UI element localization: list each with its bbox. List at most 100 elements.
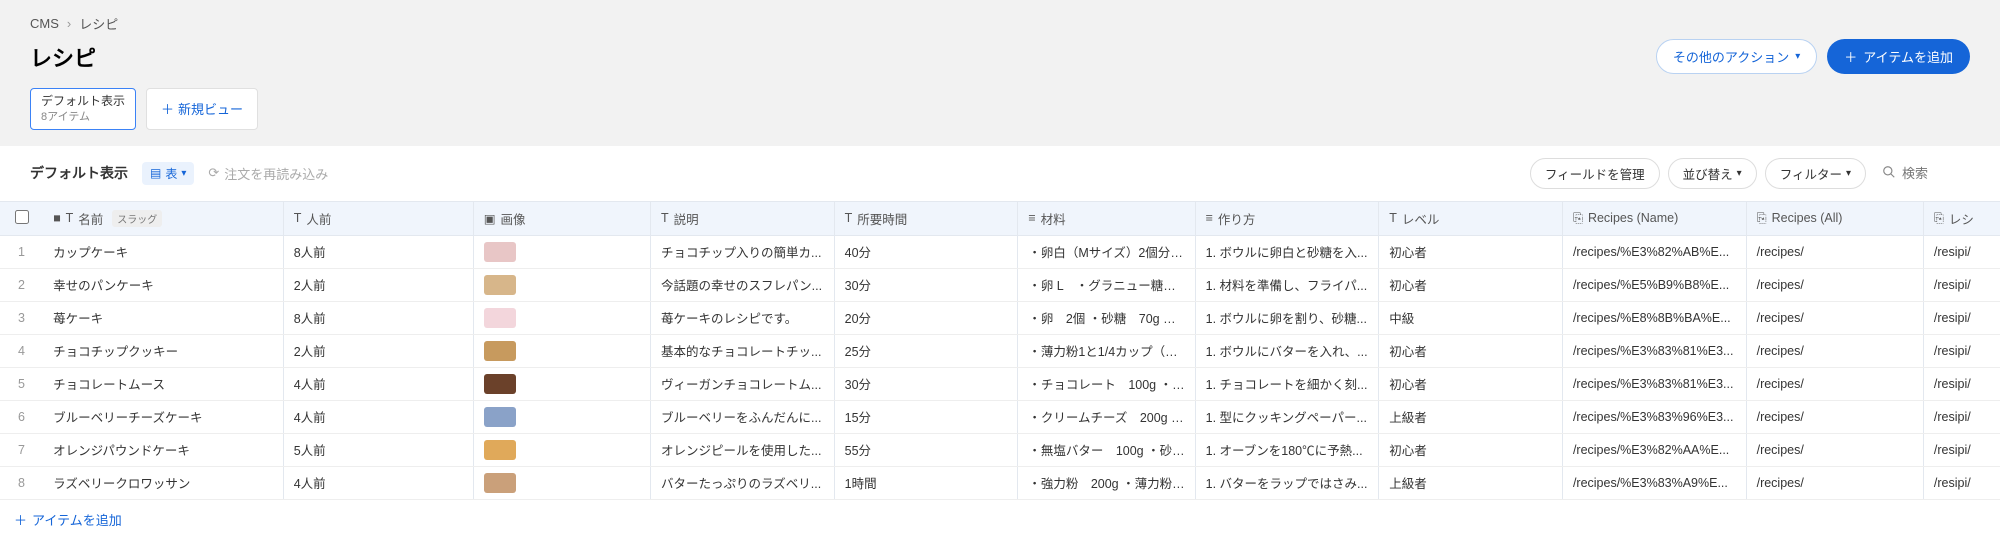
column-header-image[interactable]: ▣画像 xyxy=(474,201,651,235)
cell-name[interactable]: チョコチップクッキー xyxy=(43,334,284,367)
cell-howto: 1. チョコレートを細かく刻... xyxy=(1196,367,1380,400)
cell-name[interactable]: 苺ケーキ xyxy=(43,301,284,334)
column-header-recipes-trunc[interactable]: ⎘レシ xyxy=(1924,201,2000,235)
table-icon: ▤ xyxy=(150,166,161,180)
cell-servings: 4人前 xyxy=(284,400,474,433)
view-chip-default[interactable]: デフォルト表示 8アイテム xyxy=(30,88,136,130)
view-mode-selector[interactable]: ▤ 表 ▾ xyxy=(142,162,194,185)
cell-recipes-trunc: /resipi/ xyxy=(1924,334,2000,367)
text-icon: T xyxy=(294,211,302,225)
reload-order-button[interactable]: ⟳ 注文を再読み込み xyxy=(208,164,328,183)
key-icon: ■ xyxy=(53,211,61,225)
cell-name[interactable]: オレンジパウンドケーキ xyxy=(43,433,284,466)
cell-servings: 5人前 xyxy=(284,433,474,466)
cell-description: オレンジピールを使用した... xyxy=(651,433,835,466)
filter-button[interactable]: フィルター ▾ xyxy=(1765,158,1866,189)
cell-time: 30分 xyxy=(835,367,1019,400)
cell-level: 中級 xyxy=(1379,301,1563,334)
thumbnail xyxy=(484,275,516,295)
cell-image[interactable] xyxy=(474,235,651,268)
text-icon: T xyxy=(1389,211,1397,225)
current-view-name: デフォルト表示 xyxy=(30,163,128,183)
cell-image[interactable] xyxy=(474,433,651,466)
column-label: 所要時間 xyxy=(857,209,907,228)
cell-servings: 4人前 xyxy=(284,466,474,499)
add-row-label: アイテムを追加 xyxy=(32,510,122,529)
other-actions-button[interactable]: その他のアクション ▾ xyxy=(1656,39,1817,74)
column-label: 材料 xyxy=(1041,209,1066,228)
column-header-description[interactable]: T説明 xyxy=(651,201,835,235)
list-icon: ≡ xyxy=(1028,211,1035,225)
search-box[interactable] xyxy=(1874,161,1970,186)
cell-image[interactable] xyxy=(474,400,651,433)
cell-name[interactable]: 幸せのパンケーキ xyxy=(43,268,284,301)
cell-level: 初心者 xyxy=(1379,367,1563,400)
cell-recipes-all: /recipes/ xyxy=(1747,433,1924,466)
cell-name[interactable]: カップケーキ xyxy=(43,235,284,268)
cell-image[interactable] xyxy=(474,334,651,367)
table-row[interactable]: 6ブルーベリーチーズケーキ4人前ブルーベリーをふんだんに...15分・クリームチ… xyxy=(0,400,2000,433)
column-header-name[interactable]: ■ T 名前 スラッグ xyxy=(43,201,284,235)
image-icon: ▣ xyxy=(484,211,496,226)
manage-fields-button[interactable]: フィールドを管理 xyxy=(1530,158,1660,189)
page-title: レシピ xyxy=(30,41,96,73)
view-chip-count: 8アイテム xyxy=(41,110,125,124)
chevron-right-icon: › xyxy=(67,16,71,31)
table-row[interactable]: 8ラズベリークロワッサン4人前バターたっぷりのラズベリ...1時間・強力粉 20… xyxy=(0,466,2000,499)
table-row[interactable]: 4チョコチップクッキー2人前基本的なチョコレートチッ...25分・薄力粉1と1/… xyxy=(0,334,2000,367)
table-row[interactable]: 5チョコレートムース4人前ヴィーガンチョコレートム...30分・チョコレート 1… xyxy=(0,367,2000,400)
cell-ingredients: ・クリームチーズ 200g ・... xyxy=(1018,400,1195,433)
sort-button[interactable]: 並び替え ▾ xyxy=(1668,158,1757,189)
cell-servings: 2人前 xyxy=(284,334,474,367)
cell-name[interactable]: ラズベリークロワッサン xyxy=(43,466,284,499)
list-icon: ≡ xyxy=(1206,211,1213,225)
column-header-recipes-name[interactable]: ⎘Recipes (Name) xyxy=(1563,201,1747,235)
row-number: 6 xyxy=(0,400,43,433)
column-label: Recipes (Name) xyxy=(1588,211,1678,225)
cell-image[interactable] xyxy=(474,301,651,334)
column-header-level[interactable]: Tレベル xyxy=(1379,201,1563,235)
cell-image[interactable] xyxy=(474,268,651,301)
column-header-ingredients[interactable]: ≡ 材料 xyxy=(1018,201,1195,235)
cell-ingredients: ・チョコレート 100g ・コ... xyxy=(1018,367,1195,400)
cell-level: 初心者 xyxy=(1379,235,1563,268)
breadcrumb-parent[interactable]: CMS xyxy=(30,16,59,31)
slug-badge: スラッグ xyxy=(112,210,162,227)
add-item-button[interactable]: ＋ アイテムを追加 xyxy=(1827,39,1970,74)
cell-recipes-trunc: /resipi/ xyxy=(1924,367,2000,400)
cell-image[interactable] xyxy=(474,466,651,499)
cell-description: チョコチップ入りの簡単カ... xyxy=(651,235,835,268)
plus-icon: ＋ xyxy=(1844,47,1857,66)
column-header-howto[interactable]: ≡作り方 xyxy=(1196,201,1380,235)
breadcrumb-current[interactable]: レシピ xyxy=(79,14,118,33)
cell-recipes-all: /recipes/ xyxy=(1747,235,1924,268)
thumbnail xyxy=(484,473,516,493)
plus-icon: ＋ xyxy=(161,99,174,118)
cell-name[interactable]: チョコレートムース xyxy=(43,367,284,400)
cell-description: 苺ケーキのレシピです。 xyxy=(651,301,835,334)
select-all-checkbox[interactable] xyxy=(15,210,29,224)
cell-servings: 2人前 xyxy=(284,268,474,301)
column-header-recipes-all[interactable]: ⎘Recipes (All) xyxy=(1747,201,1924,235)
chevron-down-icon: ▾ xyxy=(181,168,186,179)
view-chip-name: デフォルト表示 xyxy=(41,94,125,110)
new-view-button[interactable]: ＋ 新規ビュー xyxy=(146,88,258,130)
cell-image[interactable] xyxy=(474,367,651,400)
table-row[interactable]: 3苺ケーキ8人前苺ケーキのレシピです。20分・卵 2個 ・砂糖 70g ・薄..… xyxy=(0,301,2000,334)
cell-recipes-name: /recipes/%E3%83%81%E3... xyxy=(1563,334,1747,367)
table-row[interactable]: 2幸せのパンケーキ2人前今話題の幸せのスフレパン...30分・卵 L ・グラニュ… xyxy=(0,268,2000,301)
column-header-servings[interactable]: T人前 xyxy=(284,201,474,235)
cell-recipes-name: /recipes/%E3%83%81%E3... xyxy=(1563,367,1747,400)
cell-level: 初心者 xyxy=(1379,334,1563,367)
cell-howto: 1. ボウルにバターを入れ、... xyxy=(1196,334,1380,367)
add-row-button[interactable]: ＋ アイテムを追加 xyxy=(0,500,136,539)
search-input[interactable] xyxy=(1902,166,1962,181)
column-label: Recipes (All) xyxy=(1772,211,1843,225)
cell-level: 上級者 xyxy=(1379,400,1563,433)
column-header-time[interactable]: T所要時間 xyxy=(835,201,1019,235)
cell-name[interactable]: ブルーベリーチーズケーキ xyxy=(43,400,284,433)
table-row[interactable]: 7オレンジパウンドケーキ5人前オレンジピールを使用した...55分・無塩バター … xyxy=(0,433,2000,466)
cell-ingredients: ・薄力粉1と1/4カップ（約1... xyxy=(1018,334,1195,367)
table-row[interactable]: 1カップケーキ8人前チョコチップ入りの簡単カ...40分・卵白（Mサイズ）2個分… xyxy=(0,235,2000,268)
cell-howto: 1. ボウルに卵白と砂糖を入... xyxy=(1196,235,1380,268)
